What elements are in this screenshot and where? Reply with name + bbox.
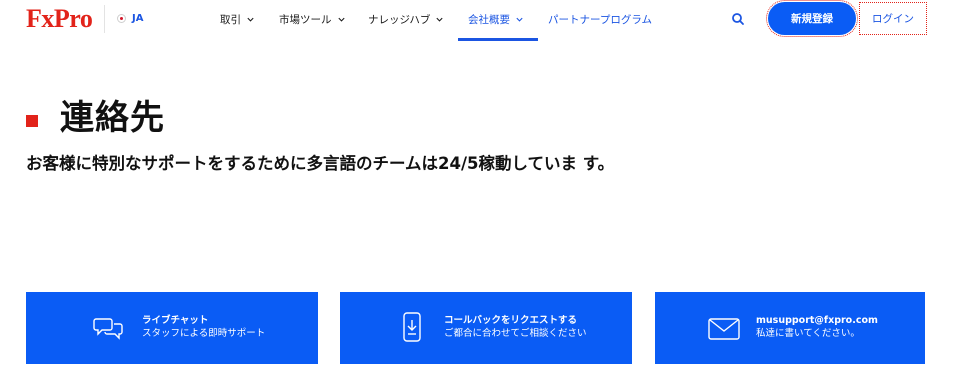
email-support-card[interactable]: musupport@fxpro.com 私達に書いてください。 bbox=[655, 292, 925, 364]
live-chat-text: ライブチャット スタッフによる即時サポート bbox=[142, 314, 265, 340]
nav-item-market-tools[interactable]: 市場ツール bbox=[279, 11, 346, 27]
page-title-row: 連絡先 bbox=[26, 92, 165, 138]
email-text: musupport@fxpro.com 私達に書いてください。 bbox=[756, 314, 878, 340]
title-marker bbox=[26, 115, 38, 127]
nav-item-label: ナレッジハブ bbox=[368, 13, 431, 26]
chevron-down-icon bbox=[247, 17, 254, 22]
card-subtitle: スタッフによる即時サポート bbox=[142, 328, 266, 339]
japan-flag-icon bbox=[117, 13, 126, 23]
phone-download-icon bbox=[403, 312, 421, 342]
card-subtitle: 私達に書いてください。 bbox=[756, 328, 860, 339]
card-title: ライブチャット bbox=[142, 315, 209, 326]
chevron-down-icon bbox=[337, 17, 345, 22]
nav-item-about-company[interactable]: 会社概要 bbox=[468, 11, 524, 27]
callback-request-card[interactable]: コールバックをリクエストする ご都合に合わせてご相談ください bbox=[340, 292, 632, 364]
nav-item-knowledge-hub[interactable]: ナレッジハブ bbox=[368, 11, 444, 27]
page-subtitle: お客様に特別なサポートをするために多言語のチームは24/5稼動していま す。 bbox=[26, 154, 615, 173]
header-divider bbox=[104, 5, 105, 33]
register-button[interactable]: 新規登録 bbox=[766, 0, 858, 37]
language-selector[interactable]: JA bbox=[117, 10, 143, 26]
nav-item-label: パートナープログラム bbox=[548, 13, 653, 26]
card-title: musupport@fxpro.com bbox=[756, 315, 878, 326]
active-tab-underline bbox=[458, 38, 538, 41]
page-title: 連絡先 bbox=[60, 97, 165, 138]
card-subtitle: ご都合に合わせてご相談ください bbox=[444, 328, 587, 339]
card-title: コールバックをリクエストする bbox=[444, 315, 578, 326]
fxpro-logo[interactable]: FxPro bbox=[26, 5, 93, 33]
live-chat-card[interactable]: ライブチャット スタッフによる即時サポート bbox=[26, 292, 318, 364]
nav-item-label: 取引 bbox=[220, 13, 241, 26]
language-label: JA bbox=[132, 12, 144, 24]
login-button[interactable]: ログイン bbox=[859, 2, 927, 35]
chat-bubbles-icon bbox=[93, 318, 123, 340]
envelope-icon bbox=[708, 318, 740, 340]
search-button[interactable] bbox=[731, 11, 745, 25]
search-icon bbox=[732, 13, 744, 25]
nav-item-partner-program[interactable]: パートナープログラム bbox=[548, 11, 652, 27]
nav-item-label: 市場ツール bbox=[279, 13, 332, 26]
nav-item-label: 会社概要 bbox=[468, 13, 510, 26]
chevron-down-icon bbox=[436, 17, 443, 22]
chevron-down-icon bbox=[516, 17, 523, 22]
nav-item-trading[interactable]: 取引 bbox=[220, 11, 255, 27]
site-header: FxPro JA 取引 市場ツール ナレッジハブ 会社概要 パートナープログラム bbox=[0, 0, 960, 42]
callback-text: コールバックをリクエストする ご都合に合わせてご相談ください bbox=[444, 314, 587, 340]
